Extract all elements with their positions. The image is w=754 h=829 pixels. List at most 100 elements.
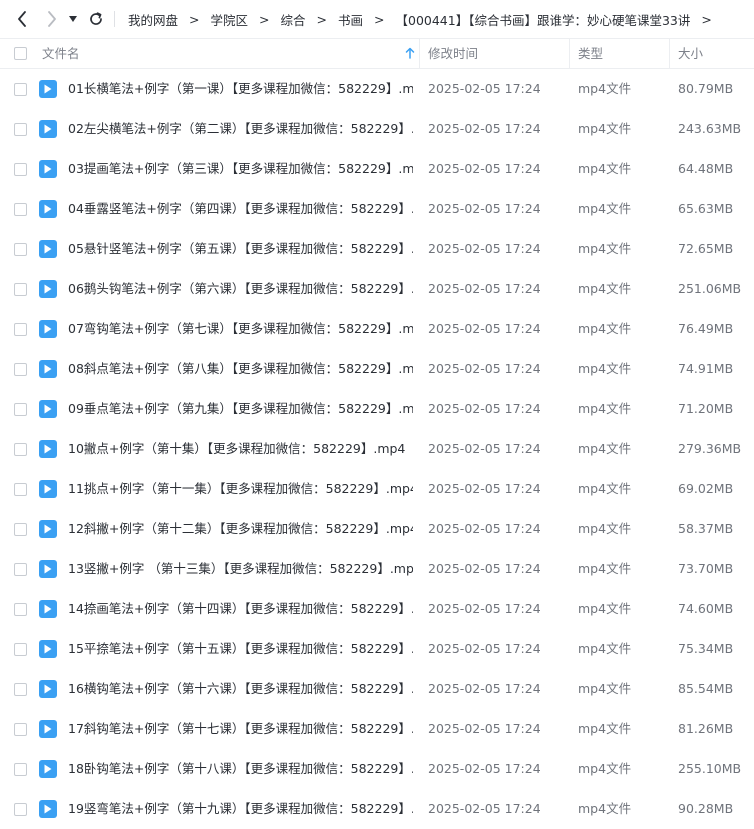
row-checkbox[interactable] xyxy=(14,643,27,656)
file-size: 255.10MB xyxy=(678,761,742,776)
column-header-modified[interactable]: 修改时间 xyxy=(428,39,478,68)
file-row[interactable]: 12斜撇+例字（第十二集）【更多课程加微信：582229】.mp4 2025-02… xyxy=(0,509,754,549)
file-name[interactable]: 16横钩笔法+例字（第十六课）【更多课程加微信：582229】... xyxy=(68,669,413,709)
video-file-icon xyxy=(39,160,57,178)
file-modified-time: 2025-02-05 17:24 xyxy=(428,641,541,656)
file-name[interactable]: 06鹅头钩笔法+例字（第六课）【更多课程加微信：582229】... xyxy=(68,269,413,309)
video-file-icon xyxy=(39,200,57,218)
row-checkbox[interactable] xyxy=(14,723,27,736)
file-name[interactable]: 15平捺笔法+例字（第十五课）【更多课程加微信：582229】... xyxy=(68,629,413,669)
file-name[interactable]: 01长横笔法+例字（第一课）【更多课程加微信：582229】.m... xyxy=(68,69,413,109)
file-row[interactable]: 11挑点+例字（第十一集）【更多课程加微信：582229】.mp4 2025-02… xyxy=(0,469,754,509)
file-modified-time: 2025-02-05 17:24 xyxy=(428,601,541,616)
file-size: 73.70MB xyxy=(678,561,734,576)
file-row[interactable]: 07弯钩笔法+例字（第七课）【更多课程加微信：582229】.m... 2025-… xyxy=(0,309,754,349)
row-checkbox[interactable] xyxy=(14,603,27,616)
file-size: 64.48MB xyxy=(678,161,734,176)
file-row[interactable]: 05悬针竖笔法+例字（第五课）【更多课程加微信：582229】... 2025-0… xyxy=(0,229,754,269)
file-type: mp4文件 xyxy=(578,81,632,96)
row-checkbox[interactable] xyxy=(14,483,27,496)
breadcrumb-more-separator[interactable]: > xyxy=(701,12,711,27)
file-row[interactable]: 13竖撇+例字 （第十三集）【更多课程加微信：582229】.mp4 2025-0… xyxy=(0,549,754,589)
row-checkbox[interactable] xyxy=(14,243,27,256)
file-name[interactable]: 04垂露竖笔法+例字（第四课）【更多课程加微信：582229】... xyxy=(68,189,413,229)
file-name[interactable]: 10撇点+例字（第十集）【更多课程加微信：582229】.mp4 xyxy=(68,429,413,469)
file-row[interactable]: 19竖弯笔法+例字（第十九课）【更多课程加微信：582229】... 2025-0… xyxy=(0,789,754,829)
video-file-icon xyxy=(39,720,57,738)
column-header-name[interactable]: 文件名 xyxy=(42,39,80,68)
breadcrumb-item-academy[interactable]: 学院区 xyxy=(211,10,249,29)
file-modified-time: 2025-02-05 17:24 xyxy=(428,401,541,416)
file-row[interactable]: 06鹅头钩笔法+例字（第六课）【更多课程加微信：582229】... 2025-0… xyxy=(0,269,754,309)
row-checkbox[interactable] xyxy=(14,683,27,696)
file-name[interactable]: 11挑点+例字（第十一集）【更多课程加微信：582229】.mp4 xyxy=(68,469,413,509)
row-checkbox[interactable] xyxy=(14,83,27,96)
file-name[interactable]: 17斜钩笔法+例字（第十七课）【更多课程加微信：582229】... xyxy=(68,709,413,749)
row-checkbox[interactable] xyxy=(14,443,27,456)
file-type: mp4文件 xyxy=(578,561,632,576)
row-checkbox[interactable] xyxy=(14,563,27,576)
breadcrumb-item-calligraphy[interactable]: 书画 xyxy=(338,10,363,29)
row-checkbox[interactable] xyxy=(14,803,27,816)
back-button[interactable] xyxy=(12,9,32,29)
refresh-button[interactable] xyxy=(86,9,106,29)
breadcrumb-separator: > xyxy=(259,12,270,27)
file-name[interactable]: 08斜点笔法+例字（第八集）【更多课程加微信：582229】.m... xyxy=(68,349,413,389)
file-name[interactable]: 03提画笔法+例字（第三课）【更多课程加微信：582229】.m... xyxy=(68,149,413,189)
file-row[interactable]: 15平捺笔法+例字（第十五课）【更多课程加微信：582229】... 2025-0… xyxy=(0,629,754,669)
breadcrumb-item-my-disk[interactable]: 我的网盘 xyxy=(128,10,178,29)
file-row[interactable]: 18卧钩笔法+例字（第十八课）【更多课程加微信：582229】... 2025-0… xyxy=(0,749,754,789)
column-header-size[interactable]: 大小 xyxy=(678,39,703,68)
sort-ascending-icon[interactable] xyxy=(405,47,415,59)
breadcrumb-item-current-folder[interactable]: 【000441】【综合书画】跟谁学：妙心硬笔课堂33讲 xyxy=(396,10,691,29)
file-size: 85.54MB xyxy=(678,681,734,696)
file-modified-time: 2025-02-05 17:24 xyxy=(428,321,541,336)
file-row[interactable]: 16横钩笔法+例字（第十六课）【更多课程加微信：582229】... 2025-0… xyxy=(0,669,754,709)
file-name[interactable]: 12斜撇+例字（第十二集）【更多课程加微信：582229】.mp4 xyxy=(68,509,413,549)
row-checkbox[interactable] xyxy=(14,123,27,136)
file-row[interactable]: 17斜钩笔法+例字（第十七课）【更多课程加微信：582229】... 2025-0… xyxy=(0,709,754,749)
row-checkbox[interactable] xyxy=(14,323,27,336)
column-header-type[interactable]: 类型 xyxy=(578,39,603,68)
file-list: 01长横笔法+例字（第一课）【更多课程加微信：582229】.m... 2025-… xyxy=(0,69,754,829)
file-type: mp4文件 xyxy=(578,241,632,256)
file-name[interactable]: 18卧钩笔法+例字（第十八课）【更多课程加微信：582229】... xyxy=(68,749,413,789)
video-file-icon xyxy=(39,520,57,538)
file-row[interactable]: 08斜点笔法+例字（第八集）【更多课程加微信：582229】.m... 2025-… xyxy=(0,349,754,389)
history-dropdown-button[interactable] xyxy=(66,9,80,29)
row-checkbox[interactable] xyxy=(14,203,27,216)
video-file-icon xyxy=(39,440,57,458)
forward-button[interactable] xyxy=(42,9,62,29)
file-name[interactable]: 19竖弯笔法+例字（第十九课）【更多课程加微信：582229】... xyxy=(68,789,413,829)
file-name[interactable]: 07弯钩笔法+例字（第七课）【更多课程加微信：582229】.m... xyxy=(68,309,413,349)
file-type: mp4文件 xyxy=(578,321,632,336)
row-checkbox[interactable] xyxy=(14,523,27,536)
file-name[interactable]: 13竖撇+例字 （第十三集）【更多课程加微信：582229】.mp4 xyxy=(68,549,413,589)
file-row[interactable]: 02左尖横笔法+例字（第二课）【更多课程加微信：582229】... 2025-0… xyxy=(0,109,754,149)
breadcrumb-separator: > xyxy=(316,12,327,27)
column-divider[interactable] xyxy=(669,39,670,68)
row-checkbox[interactable] xyxy=(14,363,27,376)
column-divider[interactable] xyxy=(419,39,420,68)
file-row[interactable]: 09垂点笔法+例字（第九集）【更多课程加微信：582229】.m... 2025-… xyxy=(0,389,754,429)
breadcrumb-item-general[interactable]: 综合 xyxy=(281,10,306,29)
chevron-left-icon xyxy=(18,11,26,27)
file-name[interactable]: 02左尖横笔法+例字（第二课）【更多课程加微信：582229】... xyxy=(68,109,413,149)
file-name[interactable]: 05悬针竖笔法+例字（第五课）【更多课程加微信：582229】... xyxy=(68,229,413,269)
column-divider[interactable] xyxy=(569,39,570,68)
file-row[interactable]: 01长横笔法+例字（第一课）【更多课程加微信：582229】.m... 2025-… xyxy=(0,69,754,109)
row-checkbox[interactable] xyxy=(14,163,27,176)
file-row[interactable]: 14捺画笔法+例字（第十四课）【更多课程加微信：582229】... 2025-0… xyxy=(0,589,754,629)
file-modified-time: 2025-02-05 17:24 xyxy=(428,721,541,736)
file-name[interactable]: 14捺画笔法+例字（第十四课）【更多课程加微信：582229】... xyxy=(68,589,413,629)
select-all-checkbox[interactable] xyxy=(14,47,27,60)
row-checkbox[interactable] xyxy=(14,283,27,296)
file-row[interactable]: 04垂露竖笔法+例字（第四课）【更多课程加微信：582229】... 2025-0… xyxy=(0,189,754,229)
file-name[interactable]: 09垂点笔法+例字（第九集）【更多课程加微信：582229】.m... xyxy=(68,389,413,429)
file-row[interactable]: 10撇点+例字（第十集）【更多课程加微信：582229】.mp4 2025-02-… xyxy=(0,429,754,469)
file-row[interactable]: 03提画笔法+例字（第三课）【更多课程加微信：582229】.m... 2025-… xyxy=(0,149,754,189)
row-checkbox[interactable] xyxy=(14,403,27,416)
file-modified-time: 2025-02-05 17:24 xyxy=(428,121,541,136)
row-checkbox[interactable] xyxy=(14,763,27,776)
file-modified-time: 2025-02-05 17:24 xyxy=(428,761,541,776)
